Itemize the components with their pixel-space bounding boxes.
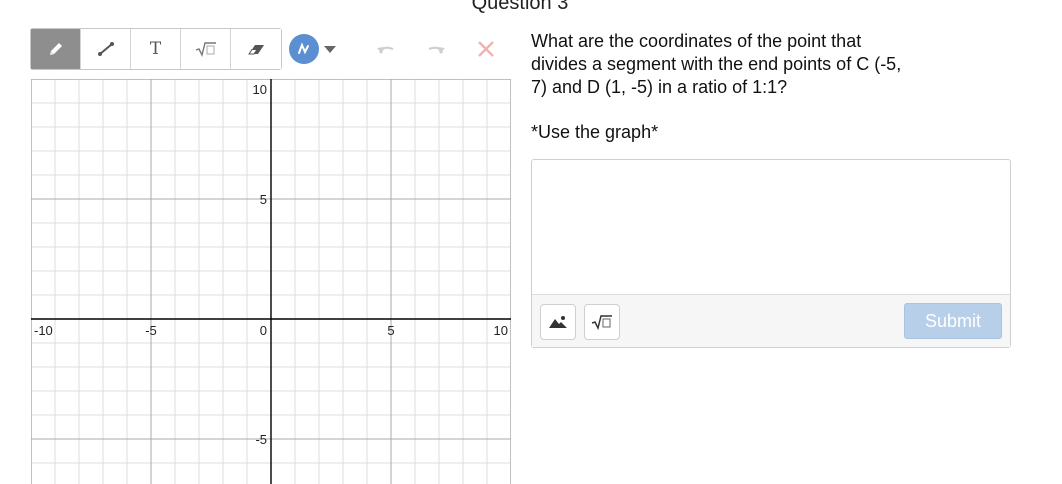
undo-button[interactable] (373, 36, 399, 62)
answer-input[interactable] (532, 160, 1010, 295)
insert-image-button[interactable] (540, 304, 576, 340)
clear-icon (478, 41, 494, 57)
math-tool-button[interactable] (181, 29, 231, 69)
submit-button[interactable]: Submit (904, 303, 1002, 339)
text-icon: T (149, 39, 162, 59)
clear-button[interactable] (473, 36, 499, 62)
pencil-tool-button[interactable] (31, 29, 81, 69)
answer-box: Submit (531, 159, 1011, 348)
y-tick-label: 10 (253, 82, 267, 97)
undo-icon (377, 46, 394, 54)
question-hint: *Use the graph* (531, 122, 659, 142)
x-tick-label: 10 (494, 323, 508, 338)
eraser-icon (246, 41, 266, 57)
squiggle-icon (298, 42, 309, 55)
color-swatch[interactable] (289, 34, 319, 64)
x-tick-label: -5 (145, 323, 157, 338)
eraser-tool-button[interactable] (231, 29, 281, 69)
x-tick-label: 5 (387, 323, 394, 338)
image-icon (549, 316, 567, 328)
pencil-icon (47, 40, 65, 58)
x-tick-label: 0 (260, 323, 267, 338)
coordinate-grid[interactable]: -10 -5 0 5 10 10 5 -5 (31, 79, 511, 484)
sqrt-icon (195, 41, 217, 57)
insert-math-button[interactable] (584, 304, 620, 340)
sqrt-icon (591, 315, 612, 330)
y-tick-label: -5 (255, 432, 267, 447)
drawing-toolbar: T (30, 28, 282, 70)
text-tool-button[interactable]: T (131, 29, 181, 69)
y-tick-label: 5 (260, 192, 267, 207)
x-tick-label: -10 (34, 323, 53, 338)
redo-icon (428, 46, 445, 54)
line-tool-button[interactable] (81, 29, 131, 69)
chevron-down-icon[interactable] (324, 45, 336, 53)
redo-button[interactable] (423, 36, 449, 62)
line-icon (97, 40, 115, 58)
question-text: What are the coordinates of the point th… (531, 31, 902, 97)
color-picker[interactable] (289, 34, 336, 64)
page-title: Question 3 (471, 0, 569, 14)
answer-footer: Submit (532, 295, 1010, 347)
